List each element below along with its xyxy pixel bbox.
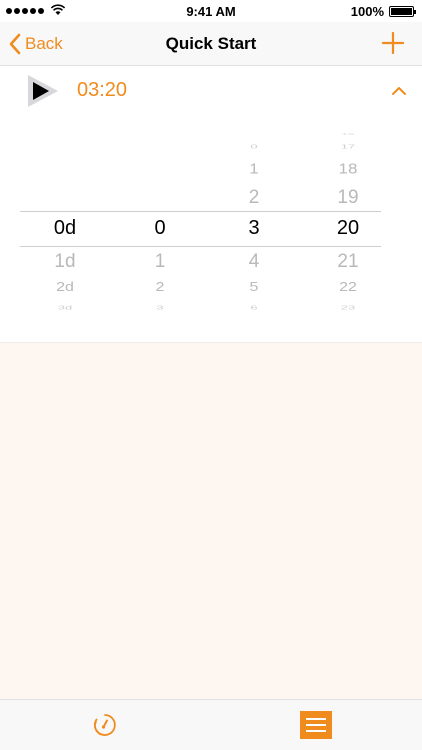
hours-selected: 0 — [154, 217, 166, 239]
page-title: Quick Start — [165, 34, 257, 53]
seconds-selected: 20 — [336, 217, 360, 239]
timer-value: 03:20 — [77, 79, 128, 101]
seconds-option: 22 — [339, 280, 357, 295]
seconds-wheel[interactable]: 16 17 18 19 20 21 22 23 — [308, 117, 388, 342]
stopwatch-icon[interactable] — [92, 712, 118, 738]
minutes-option: 2 — [248, 187, 260, 208]
seconds-option: 16 — [341, 132, 355, 136]
days-selected: 0d — [53, 217, 77, 239]
hours-option: 1 — [154, 251, 166, 272]
seconds-option: 23 — [340, 304, 356, 311]
list-icon[interactable] — [300, 711, 332, 739]
hours-wheel[interactable]: 0 1 2 3 — [120, 117, 200, 342]
tab-bar — [0, 699, 422, 750]
navigation-bar: Back Quick Start — [0, 22, 422, 66]
hours-option: 2 — [155, 280, 165, 295]
play-icon[interactable] — [24, 73, 60, 109]
content-area — [0, 343, 422, 699]
minutes-option: 4 — [248, 251, 260, 272]
minutes-option: 1 — [249, 160, 259, 177]
minutes-option: 5 — [249, 280, 259, 295]
minutes-wheel[interactable]: 0 1 2 3 4 5 6 — [214, 117, 294, 342]
status-bar: 9:41 AM 100% — [0, 0, 422, 22]
days-option: 2d — [56, 280, 74, 295]
minutes-option: 0 — [250, 143, 258, 150]
days-option: 3d — [57, 304, 73, 311]
duration-picker: 0d 1d 2d 3d 0 1 2 3 0 1 2 3 4 5 6 16 17 … — [0, 117, 422, 343]
seconds-option: 19 — [337, 187, 359, 208]
battery-icon — [389, 6, 416, 17]
seconds-option: 17 — [340, 143, 356, 150]
seconds-option: 21 — [337, 251, 359, 272]
battery-percentage: 100% — [350, 4, 384, 19]
plus-icon[interactable] — [378, 28, 408, 58]
minutes-selected: 3 — [248, 217, 260, 239]
seconds-option: 18 — [338, 160, 358, 177]
minutes-option: 6 — [250, 304, 258, 311]
hours-option: 3 — [156, 304, 164, 311]
days-option: 1d — [54, 251, 76, 272]
days-wheel[interactable]: 0d 1d 2d 3d — [25, 117, 105, 342]
timer-row: 03:20 — [0, 67, 422, 117]
chevron-up-icon[interactable] — [388, 80, 410, 102]
